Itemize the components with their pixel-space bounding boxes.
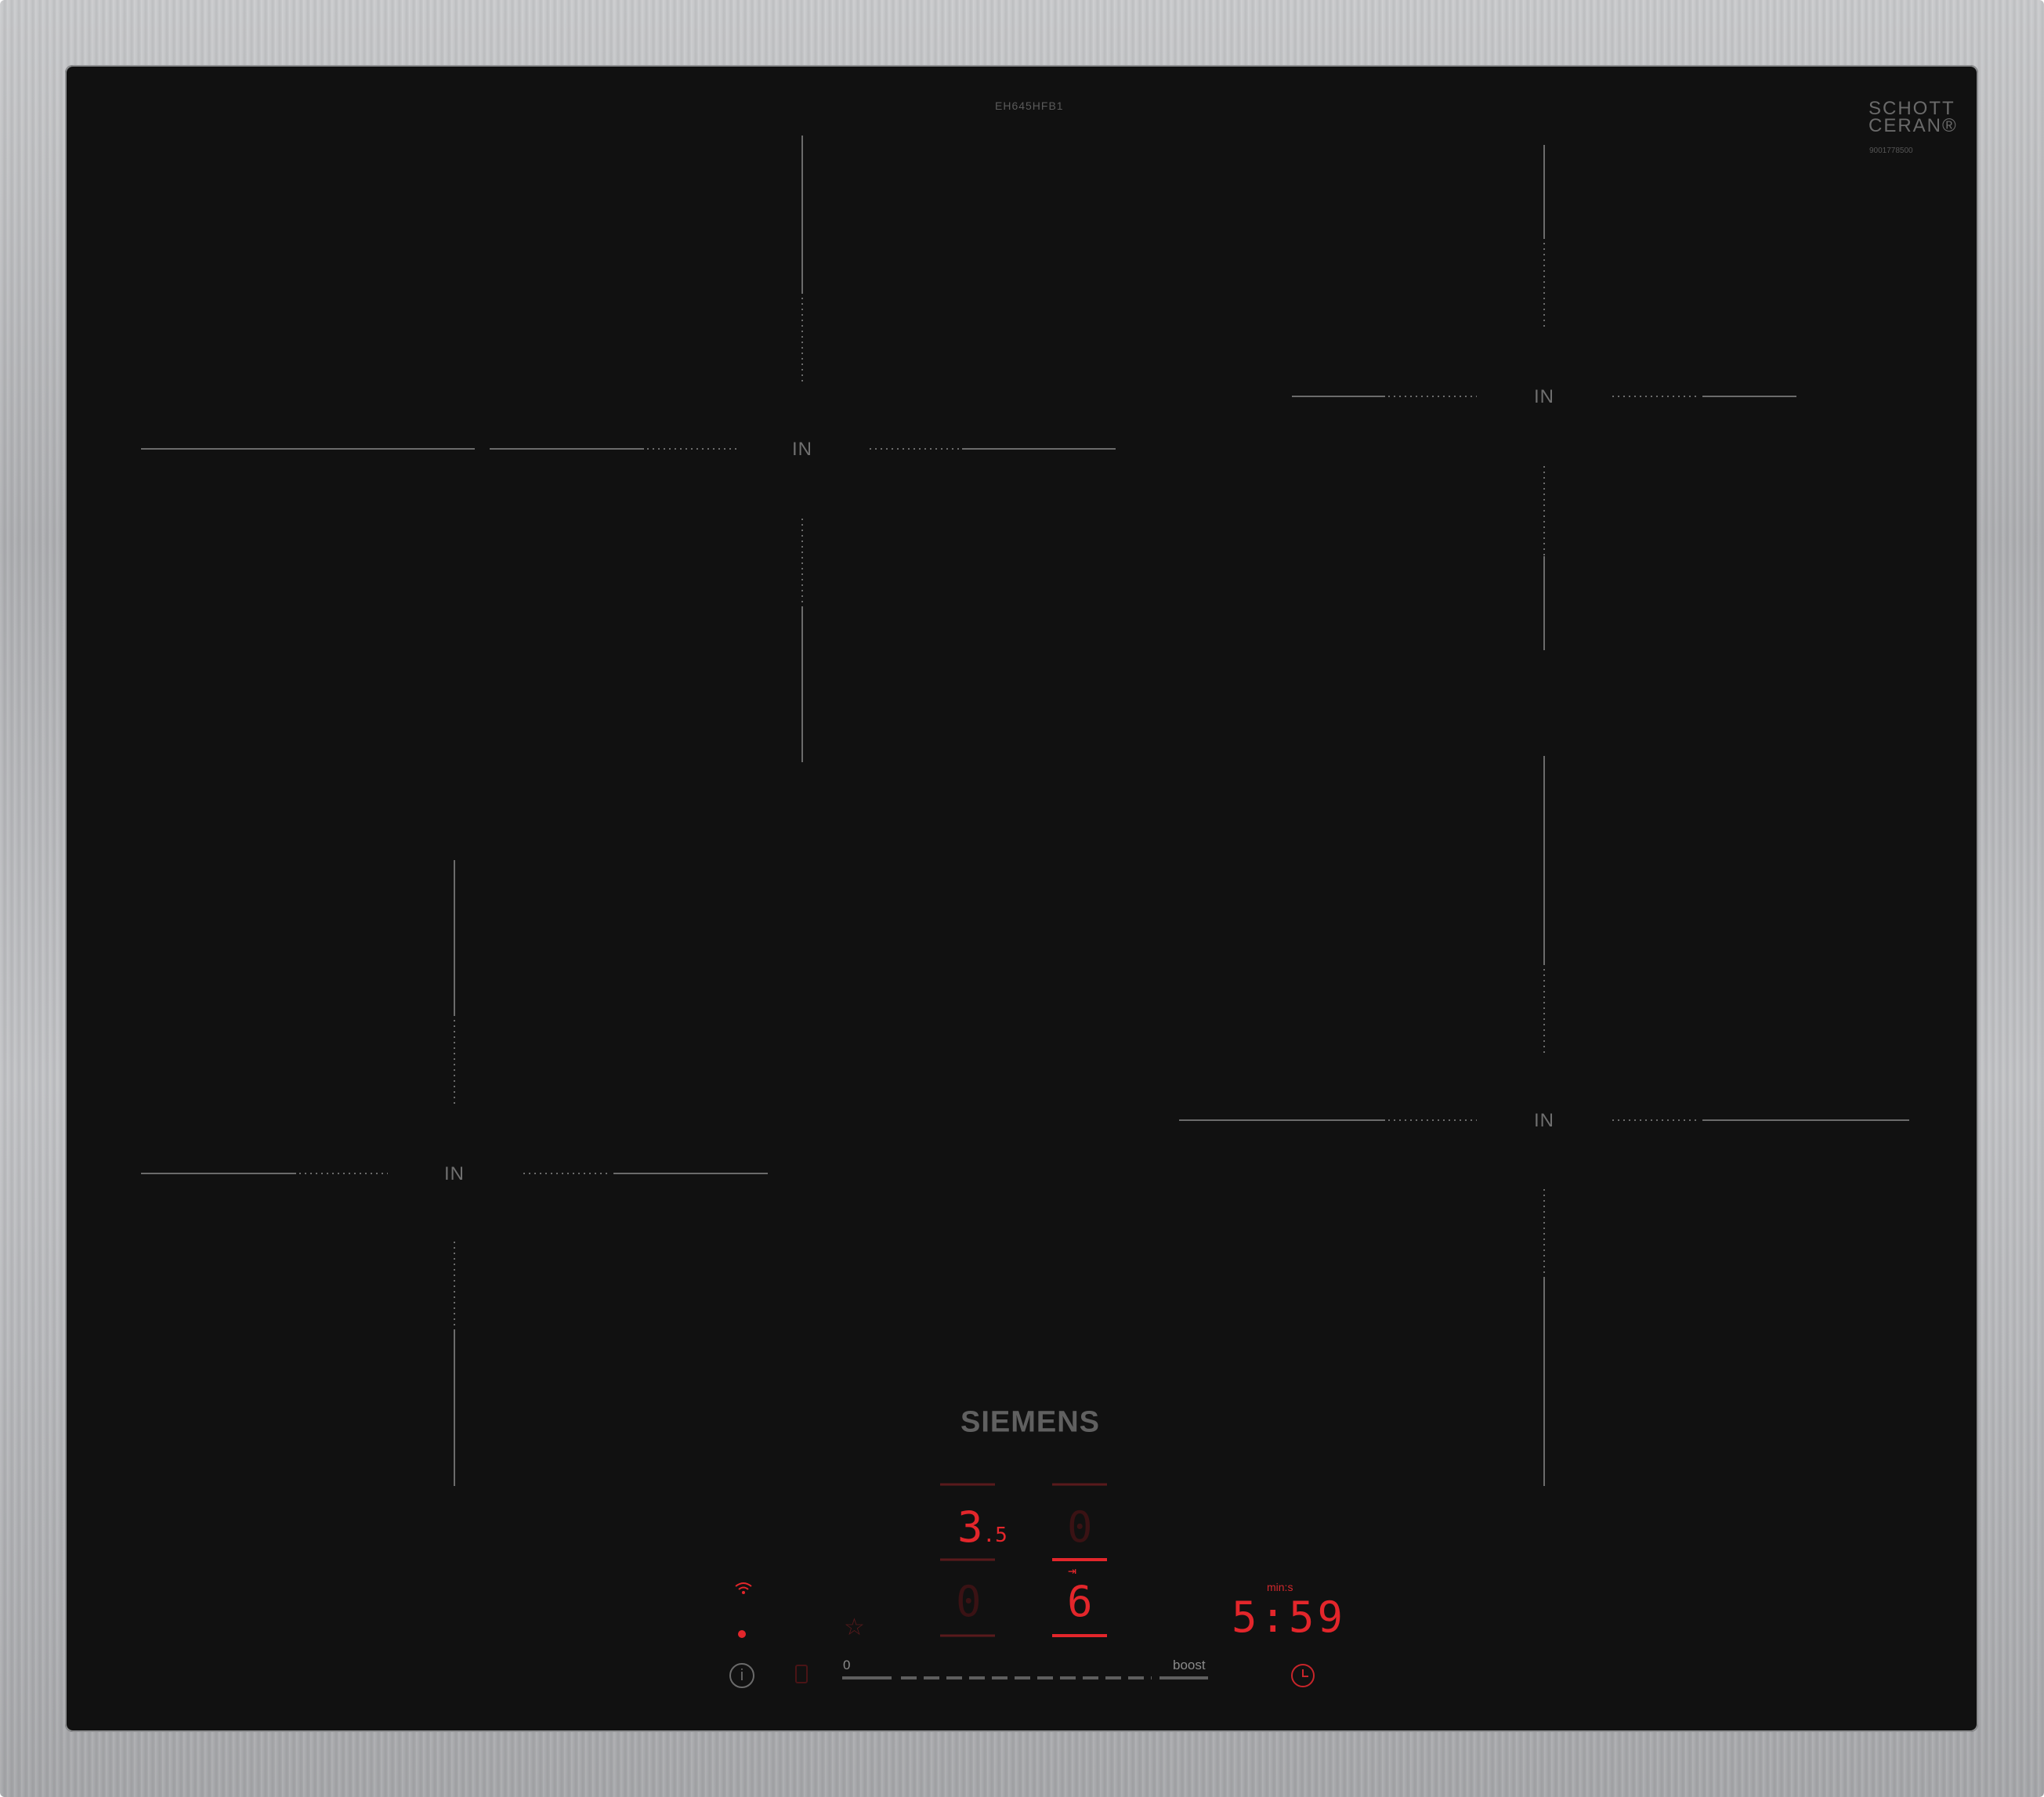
display-front-right[interactable]: 6 — [1067, 1577, 1093, 1626]
child-lock-icon[interactable] — [795, 1665, 808, 1683]
zone-front-right-label: IN — [1534, 1110, 1554, 1131]
glass-brand-line2: CERAN® — [1869, 115, 1958, 136]
timer-display[interactable]: 5:59 — [1232, 1593, 1346, 1642]
brand-logo: SIEMENS — [960, 1405, 1101, 1439]
display-rear-left-value: 3 — [957, 1502, 983, 1552]
info-icon[interactable]: i — [729, 1663, 754, 1688]
display-rear-left[interactable]: 3.5 — [957, 1502, 1008, 1552]
display-rear-right[interactable]: 0 — [1067, 1502, 1093, 1552]
glass-serial: 9001778500 — [1869, 146, 1913, 155]
slider-max-label: boost — [1173, 1658, 1206, 1672]
timer-unit-label: min:s — [1267, 1581, 1293, 1593]
model-number: EH645HFB1 — [995, 99, 1064, 112]
zone-rear-left-label: IN — [792, 439, 812, 460]
zone-rear-right-label: IN — [1534, 386, 1554, 407]
display-front-left[interactable]: 0 — [956, 1577, 982, 1626]
display-rear-left-decimal: .5 — [982, 1524, 1008, 1547]
zone-markings — [141, 136, 1909, 1679]
glass-brand-logo: SCHOTT CERAN® — [1869, 99, 1958, 136]
wifi-icon[interactable] — [734, 1581, 753, 1601]
slider-min-label: 0 — [843, 1658, 851, 1672]
zone-front-left-label: IN — [444, 1163, 465, 1184]
indicator-dot — [738, 1630, 746, 1638]
power-boost-arrow-icon: ⇥ — [1068, 1563, 1076, 1579]
favourite-star-icon[interactable]: ☆ — [844, 1614, 865, 1641]
stainless-frame: EH645HFB1 SCHOTT CERAN® 9001778500 IN IN… — [0, 0, 2044, 1797]
timer-clock-icon[interactable] — [1291, 1664, 1315, 1687]
